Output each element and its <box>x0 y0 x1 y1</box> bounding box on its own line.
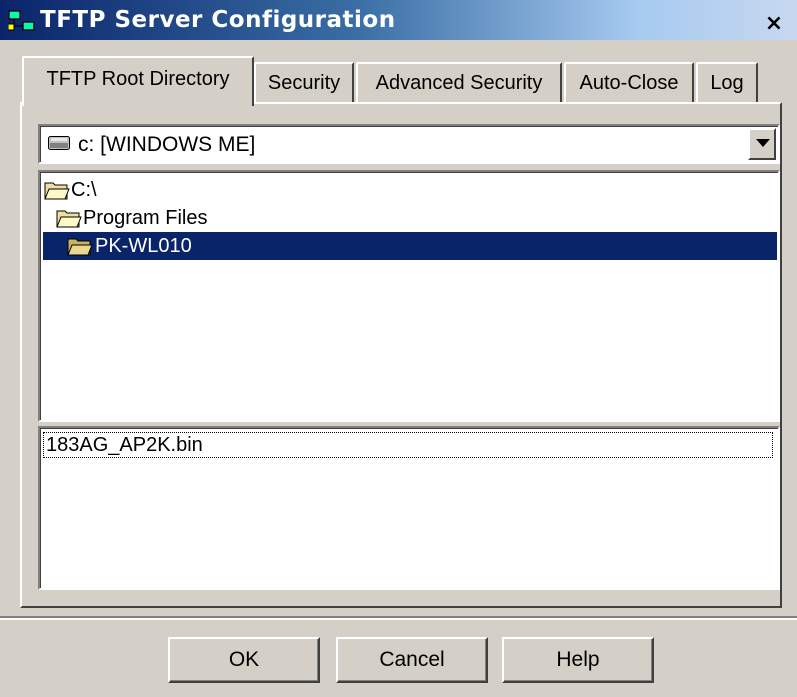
cancel-button[interactable]: Cancel <box>336 637 488 683</box>
open-folder-icon <box>56 210 82 228</box>
close-button[interactable]: × <box>762 13 786 35</box>
app-network-icon <box>8 10 35 31</box>
folder-tree[interactable]: C:\ Program Files PK-WL010 <box>38 170 780 422</box>
tab-advanced-security[interactable]: Advanced Security <box>356 62 562 102</box>
drive-select-value: c: [WINDOWS ME] <box>78 133 256 156</box>
drive-select[interactable]: c: [WINDOWS ME] <box>38 124 780 164</box>
tree-item-root[interactable]: C:\ <box>44 176 244 204</box>
ok-button[interactable]: OK <box>168 637 320 683</box>
tab-security[interactable]: Security <box>254 62 354 102</box>
help-button[interactable]: Help <box>502 637 654 683</box>
tab-tftp-root-directory[interactable]: TFTP Root Directory <box>22 56 254 106</box>
tftp-config-dialog: TFTP Server Configuration × TFTP Root Di… <box>0 0 797 697</box>
list-item[interactable]: 183AG_AP2K.bin <box>43 432 773 458</box>
tree-item-program-files[interactable]: Program Files <box>56 204 256 232</box>
open-folder-icon <box>67 238 93 256</box>
title-bar[interactable]: TFTP Server Configuration × <box>0 0 797 40</box>
tree-item-pk-wl010[interactable]: PK-WL010 <box>43 232 777 260</box>
chevron-down-icon <box>756 139 770 147</box>
window-title: TFTP Server Configuration <box>40 7 396 33</box>
file-list[interactable]: 183AG_AP2K.bin <box>38 426 780 590</box>
open-folder-icon <box>44 182 70 200</box>
dropdown-button[interactable] <box>748 128 776 160</box>
drive-icon <box>48 136 70 150</box>
tab-auto-close[interactable]: Auto-Close <box>564 62 694 102</box>
tab-log[interactable]: Log <box>696 62 758 102</box>
